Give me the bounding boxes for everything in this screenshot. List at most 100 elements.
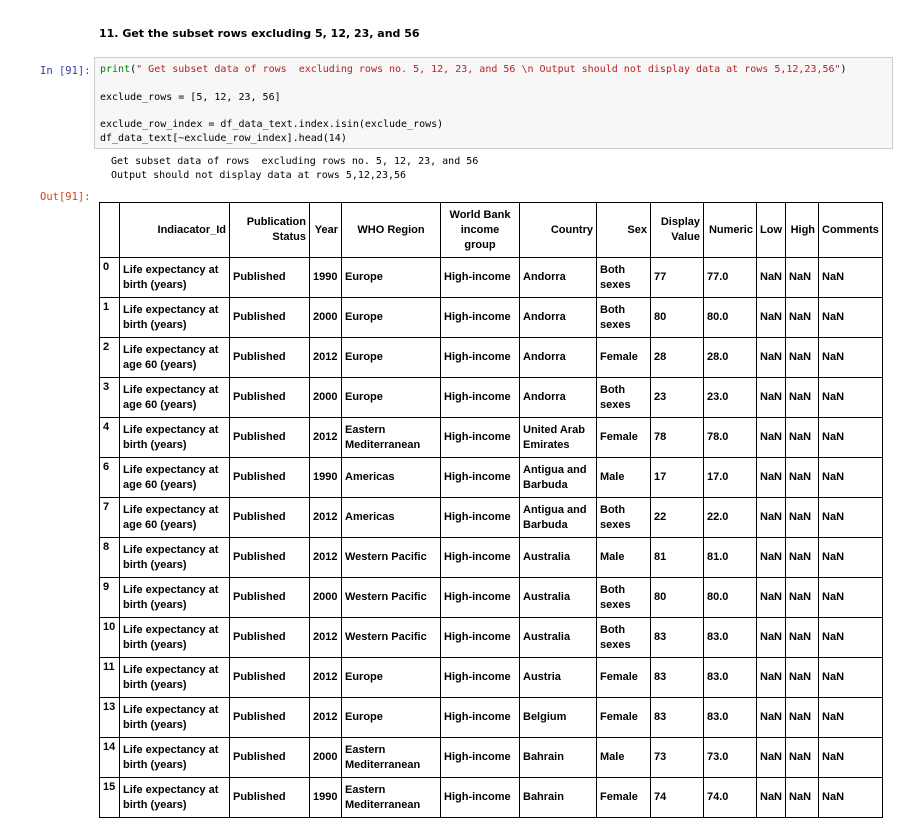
cell-high: NaN (785, 497, 820, 538)
cell-indicator: Life expectancy at birth (years) (119, 257, 230, 298)
cell-publication-status: Published (229, 617, 310, 658)
cell-sex: Both sexes (596, 497, 651, 538)
table-row: 2 Life expectancy at age 60 (years) Publis… (99, 337, 883, 378)
cell-publication-status: Published (229, 457, 310, 498)
row-index: 6 (99, 457, 120, 498)
code-cell-input[interactable]: print(" Get subset data of rows excludin… (94, 57, 893, 149)
cell-country: Bahrain (519, 777, 597, 818)
cell-comments: NaN (818, 537, 883, 578)
cell-who-region: Europe (341, 297, 441, 338)
cell-high: NaN (785, 617, 820, 658)
cell-comments: NaN (818, 377, 883, 418)
cell-country: Austria (519, 657, 597, 698)
code-line-print: print(" Get subset data of rows excludin… (100, 64, 847, 75)
cell-low: NaN (755, 617, 787, 658)
cell-income-group: High-income (440, 577, 520, 618)
cell-high: NaN (785, 737, 820, 778)
col-header-display-value: Display Value (650, 202, 704, 258)
cell-sex: Both sexes (596, 617, 651, 658)
cell-income-group: High-income (440, 537, 520, 578)
col-header-sex: Sex (596, 202, 651, 258)
cell-high: NaN (785, 297, 820, 338)
cell-who-region: Eastern Mediterranean (341, 417, 441, 458)
cell-who-region: Eastern Mediterranean (341, 737, 441, 778)
cell-publication-status: Published (229, 497, 310, 538)
row-index: 0 (99, 257, 120, 298)
col-header-comments: Comments (818, 202, 883, 258)
cell-country: Australia (519, 617, 597, 658)
index-header (99, 202, 120, 258)
output-prompt: Out[91]: (40, 191, 91, 203)
cell-year: 2012 (309, 417, 342, 458)
cell-display-value: 83 (650, 657, 704, 698)
cell-indicator: Life expectancy at birth (years) (119, 417, 230, 458)
cell-sex: Both sexes (596, 257, 651, 298)
cell-country: Bahrain (519, 737, 597, 778)
cell-sex: Female (596, 697, 651, 738)
cell-comments: NaN (818, 577, 883, 618)
cell-high: NaN (785, 257, 820, 298)
cell-income-group: High-income (440, 257, 520, 298)
cell-indicator: Life expectancy at birth (years) (119, 697, 230, 738)
cell-high: NaN (785, 457, 820, 498)
cell-low: NaN (755, 777, 787, 818)
cell-numeric: 77.0 (703, 257, 757, 298)
cell-income-group: High-income (440, 417, 520, 458)
table-row: 10 Life expectancy at birth (years) Publis… (99, 617, 883, 658)
code-line-exclude-rows: exclude_rows = [5, 12, 23, 56] (100, 92, 281, 103)
cell-year: 2012 (309, 617, 342, 658)
code-token-print: print (100, 64, 131, 75)
table-row: 8 Life expectancy at birth (years) Publish… (99, 537, 883, 578)
cell-display-value: 80 (650, 577, 704, 618)
cell-publication-status: Published (229, 337, 310, 378)
cell-year: 2000 (309, 297, 342, 338)
cell-display-value: 74 (650, 777, 704, 818)
cell-income-group: High-income (440, 697, 520, 738)
row-index: 8 (99, 537, 120, 578)
cell-high: NaN (785, 777, 820, 818)
code-token-string: " Get subset data of rows excluding rows… (136, 64, 841, 75)
col-header-high: High (785, 202, 820, 258)
cell-who-region: Europe (341, 657, 441, 698)
cell-sex: Both sexes (596, 377, 651, 418)
row-index: 13 (99, 697, 120, 738)
cell-who-region: Europe (341, 337, 441, 378)
cell-publication-status: Published (229, 377, 310, 418)
row-index: 15 (99, 777, 120, 818)
cell-sex: Both sexes (596, 577, 651, 618)
cell-year: 2012 (309, 337, 342, 378)
cell-indicator: Life expectancy at birth (years) (119, 657, 230, 698)
cell-display-value: 83 (650, 697, 704, 738)
table-row: 3 Life expectancy at age 60 (years) Publis… (99, 377, 883, 418)
cell-sex: Male (596, 537, 651, 578)
cell-comments: NaN (818, 417, 883, 458)
table-row: 9 Life expectancy at birth (years) Publish… (99, 577, 883, 618)
cell-numeric: 83.0 (703, 657, 757, 698)
cell-low: NaN (755, 657, 787, 698)
cell-country: Andorra (519, 337, 597, 378)
cell-high: NaN (785, 577, 820, 618)
cell-publication-status: Published (229, 257, 310, 298)
cell-display-value: 78 (650, 417, 704, 458)
col-header-publication-status: Publication Status (229, 202, 310, 258)
table-row: 0 Life expectancy at birth (years) Publish… (99, 257, 883, 298)
cell-country: Antigua and Barbuda (519, 457, 597, 498)
cell-indicator: Life expectancy at age 60 (years) (119, 337, 230, 378)
cell-who-region: Americas (341, 457, 441, 498)
input-prompt: In [91]: (40, 65, 91, 77)
cell-publication-status: Published (229, 697, 310, 738)
cell-country: Belgium (519, 697, 597, 738)
cell-comments: NaN (818, 617, 883, 658)
cell-income-group: High-income (440, 497, 520, 538)
cell-year: 1990 (309, 457, 342, 498)
cell-high: NaN (785, 417, 820, 458)
cell-numeric: 83.0 (703, 617, 757, 658)
table-row: 6 Life expectancy at age 60 (years) Publis… (99, 457, 883, 498)
cell-year: 2000 (309, 737, 342, 778)
cell-numeric: 73.0 (703, 737, 757, 778)
cell-income-group: High-income (440, 457, 520, 498)
cell-comments: NaN (818, 337, 883, 378)
cell-low: NaN (755, 417, 787, 458)
cell-display-value: 80 (650, 297, 704, 338)
cell-year: 2012 (309, 697, 342, 738)
